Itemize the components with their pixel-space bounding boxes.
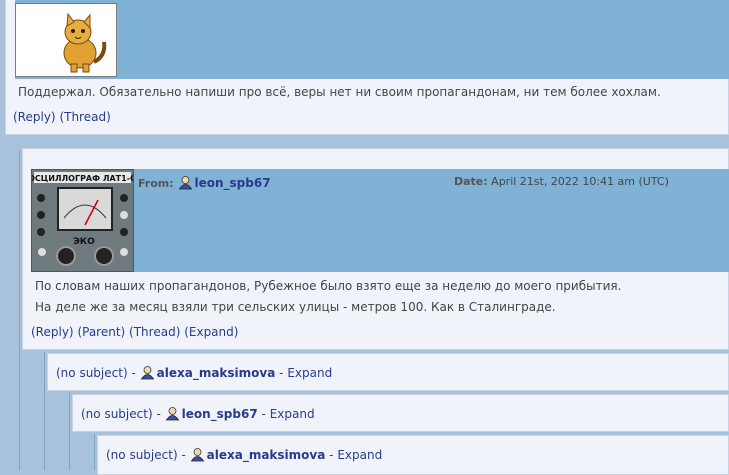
svg-text:ЭКО: ЭКО xyxy=(73,237,95,247)
user-icon xyxy=(178,176,192,190)
subject-link[interactable]: (no subject) xyxy=(106,448,178,462)
thread-line xyxy=(69,393,70,470)
collapsed-comment: (no subject) - leon_spb67 - Expand xyxy=(72,394,729,432)
collapsed-comment: (no subject) - alexa_maksimova - Expand xyxy=(47,353,729,391)
comment-2-date: Date: April 21st, 2022 10:41 am (UTC) xyxy=(454,175,669,188)
expand-link[interactable]: Expand xyxy=(270,407,315,421)
thread-link[interactable]: (Thread) xyxy=(129,325,180,339)
date-value: April 21st, 2022 10:41 am (UTC) xyxy=(491,175,669,188)
separator: - xyxy=(156,407,161,421)
reply-link[interactable]: (Reply) xyxy=(13,110,56,124)
comment-1-text: Поддержал. Обязательно напиши про всё, в… xyxy=(18,85,661,99)
comment-2-paragraph: На деле же за месяц взяли три сельских у… xyxy=(35,300,556,314)
comment-1-avatar xyxy=(15,3,117,77)
comment-1: Поддержал. Обязательно напиши про всё, в… xyxy=(5,0,729,135)
avatar-caption: ОСЦИЛЛОГРАФ ЛАТ1-С xyxy=(32,174,133,183)
comment-2-actions: (Reply) (Parent) (Thread) (Expand) xyxy=(31,325,238,339)
separator: - xyxy=(279,366,284,380)
user-link[interactable]: alexa_maksimova xyxy=(207,448,326,462)
comment-2: ОСЦИЛЛОГРАФ ЛАТ1-С ЭКО From: leon_spb67 … xyxy=(22,148,729,350)
cat-userpic-icon xyxy=(16,4,116,76)
separator: - xyxy=(261,407,266,421)
from-label: From: xyxy=(138,177,174,190)
comment-2-from: From: leon_spb67 xyxy=(138,175,271,190)
separator: - xyxy=(329,448,334,462)
oscilloscope-userpic-icon: ОСЦИЛЛОГРАФ ЛАТ1-С ЭКО xyxy=(28,170,136,271)
subject-link[interactable]: (no subject) xyxy=(81,407,153,421)
date-label: Date: xyxy=(454,175,488,188)
subject-link[interactable]: (no subject) xyxy=(56,366,128,380)
thread-line xyxy=(19,150,20,470)
thread-line xyxy=(44,352,45,470)
collapsed-comment-row: (no subject) - alexa_maksimova - Expand xyxy=(106,447,382,462)
separator: - xyxy=(181,448,186,462)
thread-link[interactable]: (Thread) xyxy=(59,110,110,124)
user-icon xyxy=(165,407,179,421)
expand-link[interactable]: Expand xyxy=(337,448,382,462)
reply-link[interactable]: (Reply) xyxy=(31,325,74,339)
user-icon xyxy=(140,366,154,380)
user-icon xyxy=(190,448,204,462)
parent-link[interactable]: (Parent) xyxy=(77,325,125,339)
comment-2-avatar: ОСЦИЛЛОГРАФ ЛАТ1-С ЭКО xyxy=(28,169,136,272)
separator: - xyxy=(131,366,136,380)
collapsed-comment-row: (no subject) - alexa_maksimova - Expand xyxy=(56,365,332,380)
expand-link[interactable]: Expand xyxy=(287,366,332,380)
user-link[interactable]: alexa_maksimova xyxy=(157,366,276,380)
collapsed-comment: (no subject) - alexa_maksimova - Expand xyxy=(97,435,729,475)
comment-2-paragraph: По словам наших пропагандонов, Рубежное … xyxy=(35,279,622,293)
expand-link[interactable]: (Expand) xyxy=(184,325,238,339)
comment-1-header xyxy=(15,0,729,79)
thread-line xyxy=(94,434,95,470)
comment-1-actions: (Reply) (Thread) xyxy=(13,110,111,124)
user-link[interactable]: leon_spb67 xyxy=(182,407,258,421)
collapsed-comment-row: (no subject) - leon_spb67 - Expand xyxy=(81,406,315,421)
user-link-leon[interactable]: leon_spb67 xyxy=(195,176,271,190)
